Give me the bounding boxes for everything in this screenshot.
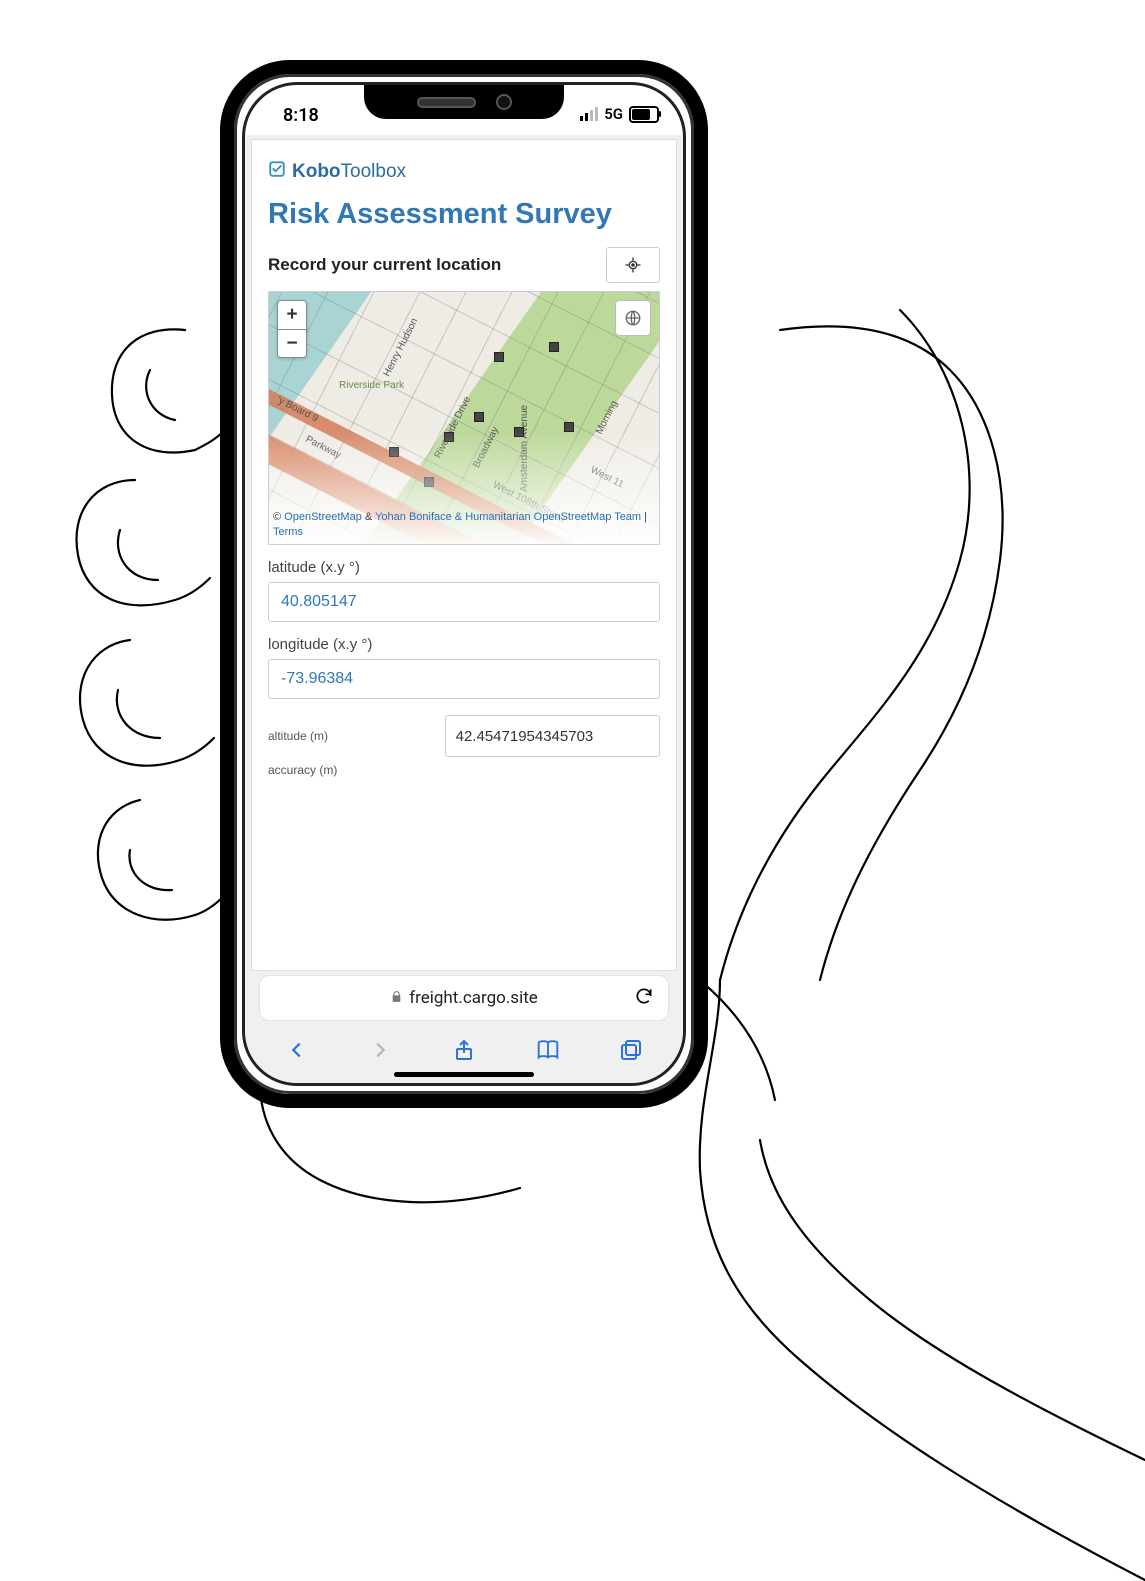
network-label: 5G <box>604 105 623 123</box>
nav-forward-button[interactable] <box>363 1033 397 1067</box>
altitude-value: 42.45471954345703 <box>445 715 660 757</box>
bookmarks-button[interactable] <box>531 1033 565 1067</box>
yohan-link[interactable]: Yohan Boniface & Humanitarian OpenStreet… <box>375 511 641 523</box>
chevron-left-icon <box>286 1039 308 1061</box>
map-basemap-button[interactable] <box>615 300 651 336</box>
share-icon <box>452 1038 476 1062</box>
nav-back-button[interactable] <box>280 1033 314 1067</box>
map-attribution: © OpenStreetMap & Yohan Boniface & Human… <box>273 510 655 540</box>
webpage-viewport[interactable]: KoboToolbox Risk Assessment Survey Recor… <box>251 139 677 971</box>
page-title: Risk Assessment Survey <box>268 198 660 231</box>
share-button[interactable] <box>447 1033 481 1067</box>
kobotoolbox-logo: KoboToolbox <box>268 160 660 184</box>
browser-address-bar[interactable]: freight.cargo.site <box>259 975 669 1021</box>
phone-device-frame: 8:18 5G KoboToolbox Risk Assessment Surv… <box>220 60 708 1108</box>
chevron-right-icon <box>369 1039 391 1061</box>
map-zoom-control: + − <box>277 300 307 358</box>
tabs-button[interactable] <box>614 1033 648 1067</box>
longitude-input[interactable] <box>268 659 660 699</box>
book-icon <box>535 1038 561 1062</box>
crosshair-icon <box>624 256 642 274</box>
longitude-label: longitude (x.y °) <box>268 636 660 653</box>
lock-icon <box>390 990 403 1007</box>
browser-url: freight.cargo.site <box>409 988 538 1008</box>
map-zoom-in-button[interactable]: + <box>278 301 306 329</box>
osm-link[interactable]: OpenStreetMap <box>284 511 362 523</box>
latitude-label: latitude (x.y °) <box>268 559 660 576</box>
latitude-input[interactable] <box>268 582 660 622</box>
altitude-label: altitude (m) <box>268 729 433 743</box>
question-label: Record your current location <box>268 255 501 275</box>
map-zoom-out-button[interactable]: − <box>278 329 306 357</box>
detect-location-button[interactable] <box>606 247 660 283</box>
phone-notch <box>364 85 564 119</box>
terms-link[interactable]: Terms <box>273 526 303 538</box>
accuracy-label: accuracy (m) <box>268 763 433 777</box>
reload-button[interactable] <box>634 986 654 1011</box>
map-widget[interactable]: Henry Hudson Riverside Drive Riverside P… <box>268 291 660 545</box>
kobo-mark-icon <box>268 160 286 184</box>
battery-icon <box>629 106 659 123</box>
cellular-signal-icon <box>580 107 598 121</box>
status-time: 8:18 <box>283 105 319 126</box>
tabs-icon <box>619 1038 643 1062</box>
home-indicator[interactable] <box>394 1072 534 1077</box>
reload-icon <box>634 986 654 1006</box>
globe-icon <box>624 309 642 327</box>
